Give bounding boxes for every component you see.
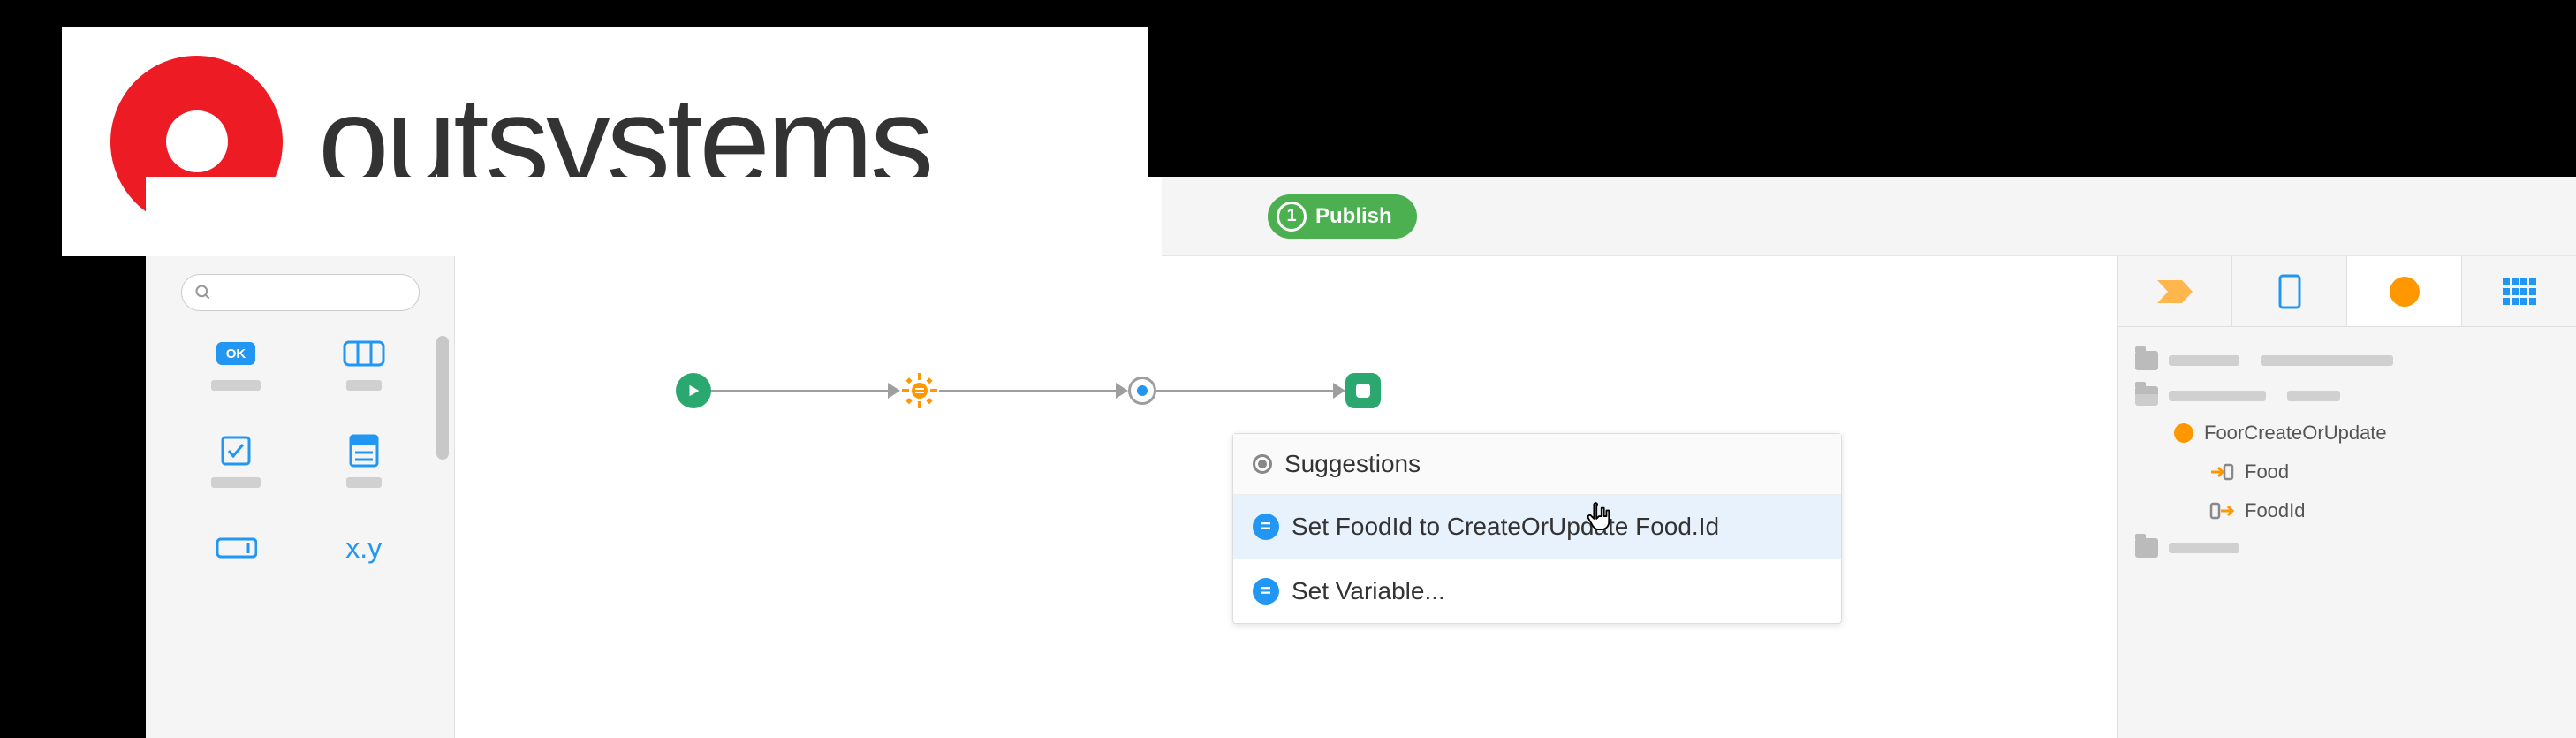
action-flow [676, 371, 1381, 410]
tree-label-placeholder [2287, 391, 2340, 401]
arrow-icon [888, 383, 900, 399]
mobile-icon [2278, 274, 2301, 309]
top-toolbar: 1 Publish [1162, 177, 2576, 256]
toolbox-item-form[interactable] [309, 435, 420, 488]
svg-text:OK: OK [226, 346, 246, 361]
assign-icon: = [1253, 578, 1279, 605]
flow-connector [1156, 390, 1333, 392]
toolbox-scrollbar[interactable] [436, 336, 449, 460]
tree-param-label: FoodId [2245, 499, 2306, 522]
suggestions-popup: Suggestions = Set FoodId to CreateOrUpda… [1232, 433, 1842, 624]
search-icon [194, 284, 212, 301]
logic-dot-icon [2390, 277, 2420, 307]
elements-panel: FoorCreateOrUpdate Food FoodId [2117, 256, 2576, 738]
suggestion-item-label: Set FoodId to CreateOrUpdate Food.Id [1292, 513, 1719, 541]
toolbox-item-label-placeholder [211, 477, 261, 488]
tab-data[interactable] [2462, 256, 2576, 326]
bullet-icon [1253, 454, 1272, 474]
tree-label-placeholder [2169, 355, 2239, 366]
chevron-tab-icon [2156, 278, 2194, 305]
publish-step-badge: 1 [1277, 202, 1307, 232]
tree-param-in[interactable]: Food [2135, 453, 2558, 491]
ide-window: 1 Publish OK [146, 177, 2576, 738]
tree-action-node[interactable]: FoorCreateOrUpdate [2135, 414, 2558, 453]
start-node[interactable] [676, 373, 711, 408]
suggestions-header: Suggestions [1233, 434, 1841, 495]
folder-icon [2135, 538, 2158, 558]
tab-interface[interactable] [2232, 256, 2347, 326]
input-param-icon [2209, 462, 2234, 482]
toolbox-item-label-placeholder [346, 380, 382, 391]
suggestion-item-set-variable[interactable]: = Set Variable... [1233, 559, 1841, 623]
suggestion-item-label: Set Variable... [1292, 577, 1445, 605]
ok-badge-icon: OK [215, 338, 257, 369]
publish-button-label: Publish [1315, 204, 1392, 229]
action-dot-icon [2174, 423, 2193, 443]
publish-button[interactable]: 1 Publish [1268, 194, 1417, 239]
tree-action-label: FoorCreateOrUpdate [2204, 422, 2387, 445]
columns-icon [343, 338, 385, 369]
arrow-icon [1333, 383, 1345, 399]
tab-processes[interactable] [2118, 256, 2232, 326]
toolbox-item-checkbox[interactable] [181, 435, 292, 488]
tree-label-placeholder [2169, 391, 2266, 401]
folder-open-icon [2135, 386, 2158, 406]
arrow-icon [1116, 383, 1128, 399]
flow-placeholder-node[interactable] [1128, 377, 1156, 405]
right-panel-tabs [2118, 256, 2576, 327]
toolbox-item-input[interactable] [181, 532, 292, 585]
tree-folder-row[interactable] [2135, 343, 2558, 378]
checkbox-icon [215, 435, 257, 467]
pointer-cursor-icon [1586, 502, 1612, 532]
end-node[interactable] [1345, 373, 1381, 408]
assign-icon: = [1253, 514, 1279, 540]
output-param-icon [2209, 501, 2234, 521]
flow-canvas[interactable]: Suggestions = Set FoodId to CreateOrUpda… [455, 256, 2117, 738]
toolbox-item-label-placeholder [211, 380, 261, 391]
toolbox-item-columns[interactable] [309, 338, 420, 391]
input-icon [215, 532, 257, 564]
toolbox-item-expression[interactable]: x.y [309, 532, 420, 585]
tree-folder-row[interactable] [2135, 530, 2558, 566]
toolbox-search-input[interactable] [181, 274, 420, 311]
tree-param-label: Food [2245, 460, 2289, 483]
flow-connector [711, 390, 888, 392]
suggestion-item-set-foodid[interactable]: = Set FoodId to CreateOrUpdate Food.Id [1233, 495, 1841, 559]
toolbox-item-label-placeholder [346, 477, 382, 488]
toolbox-item-ok[interactable]: OK [181, 338, 292, 391]
folder-icon [2135, 351, 2158, 370]
tree-folder-row[interactable] [2135, 378, 2558, 414]
suggestions-header-label: Suggestions [1284, 450, 1421, 478]
toolbox-panel: OK [146, 256, 455, 738]
assign-node[interactable] [900, 371, 939, 410]
flow-connector [939, 390, 1116, 392]
expression-icon: x.y [343, 532, 385, 564]
form-icon [343, 435, 385, 467]
tree-label-placeholder [2169, 543, 2239, 553]
grid-icon [2503, 278, 2536, 305]
tab-logic[interactable] [2347, 256, 2462, 326]
tree-param-out[interactable]: FoodId [2135, 491, 2558, 530]
tree-label-placeholder [2261, 355, 2393, 366]
elements-tree: FoorCreateOrUpdate Food FoodId [2118, 327, 2576, 582]
